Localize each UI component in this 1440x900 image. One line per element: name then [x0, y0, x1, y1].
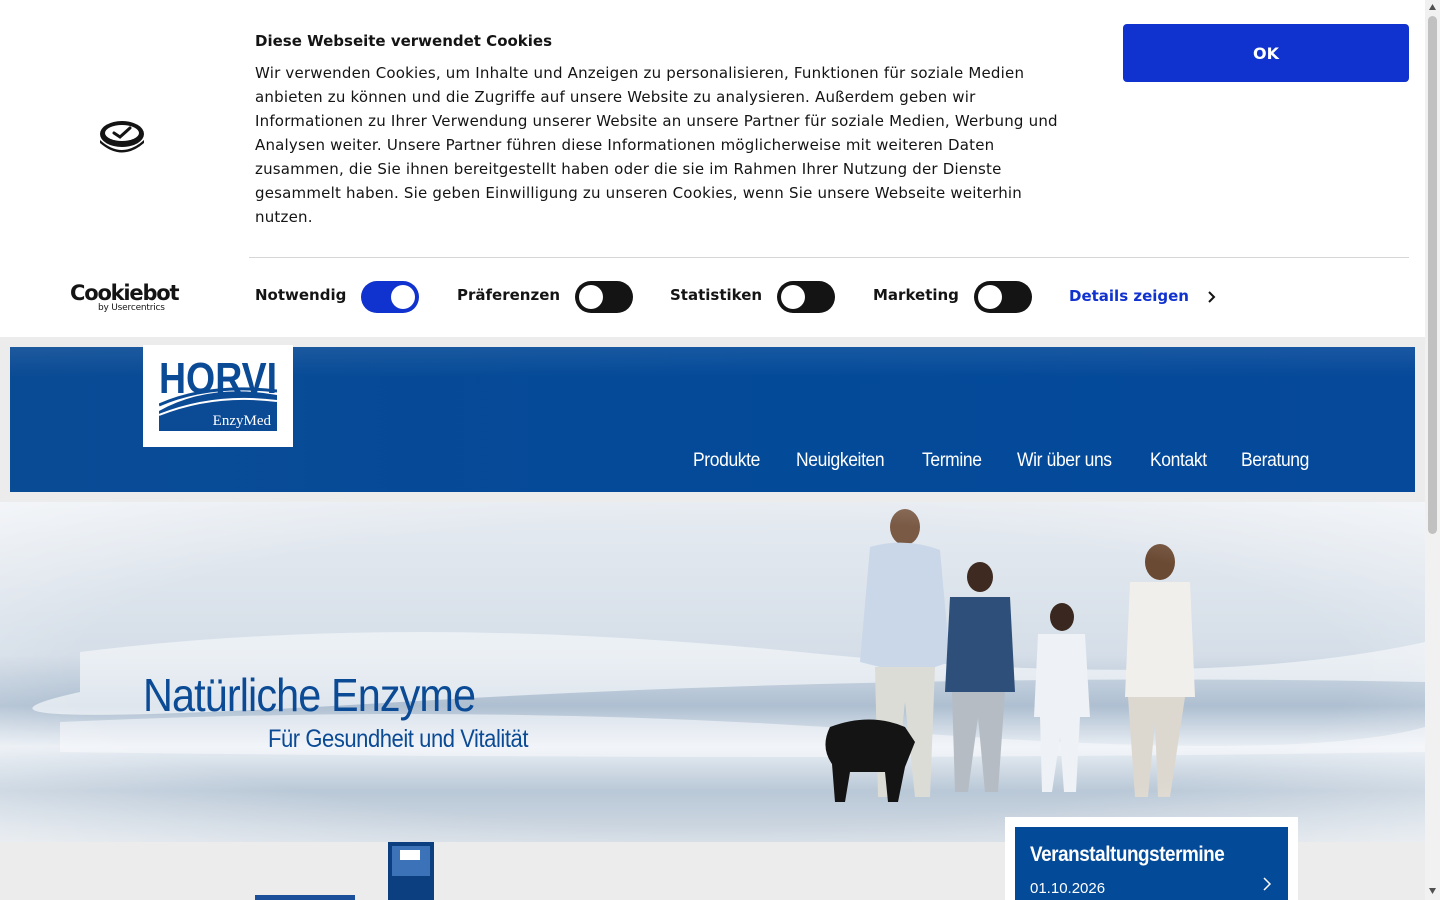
cookie-banner-title: Diese Webseite verwendet Cookies — [255, 32, 553, 50]
nav-kontakt[interactable]: Kontakt — [1150, 450, 1207, 472]
scrollbar-thumb[interactable] — [1428, 16, 1437, 534]
toggle-label-statistics: Statistiken — [670, 286, 763, 304]
events-widget[interactable]: Veranstaltungstermine 01.10.2026 — [1015, 827, 1288, 900]
toggle-knob — [579, 285, 603, 309]
cookiebot-icon — [100, 121, 144, 153]
hero-subtitle: Für Gesundheit und Vitalität — [268, 725, 528, 753]
events-title: Veranstaltungstermine — [1030, 843, 1225, 866]
toggle-necessary[interactable] — [361, 281, 419, 313]
toggle-label-preferences: Präferenzen — [457, 286, 561, 304]
nav-neuigkeiten[interactable]: Neuigkeiten — [796, 450, 885, 472]
toggle-knob — [781, 285, 805, 309]
cookie-consent-banner: Diese Webseite verwendet Cookies Wir ver… — [0, 0, 1425, 337]
page-scrollbar[interactable] — [1425, 0, 1440, 900]
scroll-down-arrow-icon[interactable] — [1428, 887, 1437, 895]
cookiebot-logo-text: Cookiebot — [70, 281, 180, 305]
toggle-knob — [978, 285, 1002, 309]
chevron-right-icon[interactable] — [1205, 290, 1217, 304]
toggle-knob — [391, 285, 415, 309]
toggle-marketing[interactable] — [974, 281, 1032, 313]
details-link[interactable]: Details zeigen — [1069, 287, 1189, 305]
toggle-label-necessary: Notwendig — [255, 286, 347, 304]
events-date: 01.10.2026 — [1030, 880, 1106, 897]
cookiebot-logo-subtext: by Usercentrics — [98, 303, 165, 313]
cookiebot-logo: Cookiebot by Usercentrics — [70, 281, 180, 314]
hero-title: Natürliche Enzyme — [143, 669, 476, 721]
toggle-preferences[interactable] — [575, 281, 633, 313]
logo-subtext: EnzyMed — [213, 413, 272, 429]
chevron-right-icon[interactable] — [1262, 877, 1272, 891]
nav-beratung[interactable]: Beratung — [1241, 450, 1309, 472]
scroll-up-arrow-icon[interactable] — [1428, 3, 1437, 11]
nav-produkte[interactable]: Produkte — [693, 450, 760, 472]
cookie-banner-text: Wir verwenden Cookies, um Inhalte und An… — [255, 64, 1058, 226]
nav-wir-ueber-uns[interactable]: Wir über uns — [1017, 450, 1112, 472]
nav-termine[interactable]: Termine — [922, 450, 982, 472]
cookie-ok-button[interactable]: OK — [1123, 24, 1409, 82]
horvi-logo[interactable]: HORVI EnzyMed — [143, 345, 293, 447]
horvi-logo-mark: HORVI EnzyMed — [159, 353, 277, 431]
main-nav: Produkte Neuigkeiten Termine Wir über un… — [693, 450, 1345, 472]
cookie-banner-divider — [249, 257, 1409, 258]
toggle-label-marketing: Marketing — [873, 286, 959, 304]
toggle-statistics[interactable] — [777, 281, 835, 313]
product-packages-image — [255, 842, 434, 900]
